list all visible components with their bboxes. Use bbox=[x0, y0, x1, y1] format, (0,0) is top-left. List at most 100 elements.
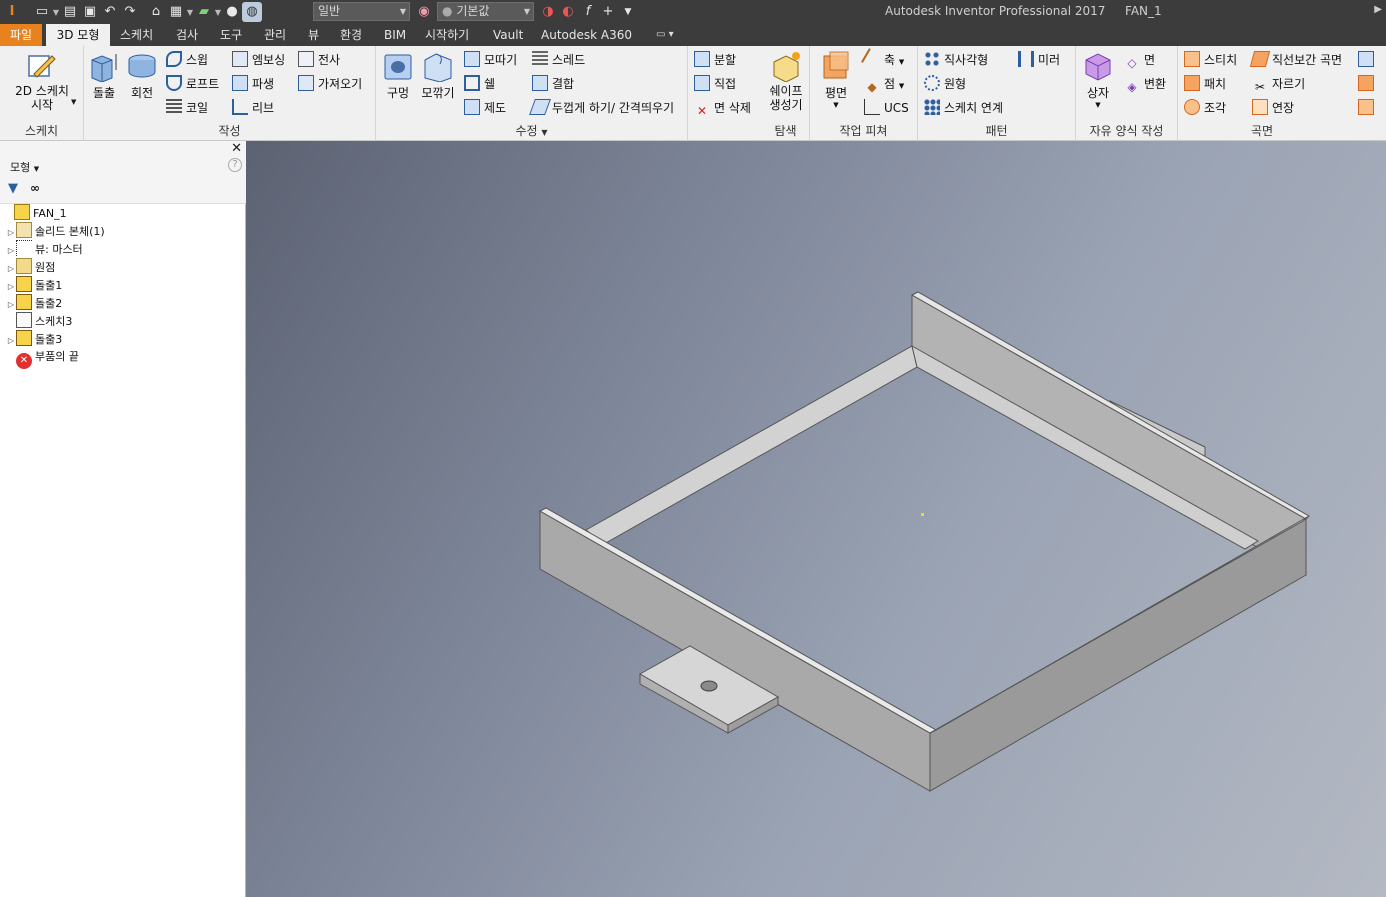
material-combo[interactable]: 일반 ▼ bbox=[313, 2, 410, 21]
tab-options-dropdown[interactable]: ▭ ▾ bbox=[648, 24, 682, 46]
sphere-material-icon[interactable]: ◍ bbox=[242, 2, 262, 22]
tree-item-extrusion3[interactable]: ▷ 돌출3 bbox=[6, 330, 62, 348]
derive-button[interactable]: 파생 bbox=[232, 74, 274, 94]
split-button[interactable]: 분할 bbox=[694, 50, 736, 70]
help-icon[interactable]: ? bbox=[228, 158, 242, 172]
direct-edit-button[interactable]: 직접 bbox=[694, 74, 736, 94]
tree-item-part[interactable]: FAN_1 bbox=[4, 204, 67, 222]
chevron-right-icon[interactable]: ▶ bbox=[1374, 4, 1382, 15]
chevron-down-icon[interactable]: ▼ bbox=[186, 8, 194, 17]
draft-button[interactable]: 제도 bbox=[464, 98, 506, 118]
tab-3d-model[interactable]: 3D 모형 bbox=[46, 24, 110, 46]
tab-manage[interactable]: 관리 bbox=[256, 24, 294, 46]
surface-extra-button-2[interactable] bbox=[1358, 74, 1378, 94]
combine-button[interactable]: 결합 bbox=[532, 74, 574, 94]
extend-surface-button[interactable]: 연장 bbox=[1252, 98, 1294, 118]
clear-appearance-icon[interactable]: ◐ bbox=[558, 2, 578, 22]
graphics-viewport[interactable] bbox=[246, 141, 1386, 897]
tab-bim[interactable]: BIM bbox=[376, 24, 414, 46]
tree-item-solid-bodies[interactable]: ▷ 솔리드 본체(1) bbox=[6, 222, 105, 240]
surface-extra-button-1[interactable] bbox=[1358, 50, 1378, 70]
mirror-button[interactable]: 미러 bbox=[1018, 50, 1060, 70]
tree-item-extrusion1[interactable]: ▷ 돌출1 bbox=[6, 276, 62, 294]
circular-pattern-button[interactable]: 원형 bbox=[924, 74, 966, 94]
plus-icon[interactable]: + bbox=[598, 2, 618, 22]
save-icon[interactable]: ▣ bbox=[80, 2, 100, 22]
tree-item-end-of-part[interactable]: ✕ 부품의 끝 bbox=[6, 348, 79, 369]
freeform-box-button[interactable]: 상자 ▼ bbox=[1080, 50, 1116, 109]
tab-view[interactable]: 뷰 bbox=[300, 24, 327, 46]
decal-button[interactable]: 전사 bbox=[298, 50, 340, 70]
revolve-button[interactable]: 회전 bbox=[124, 50, 160, 101]
close-icon[interactable]: ✕ bbox=[231, 141, 242, 156]
emboss-button[interactable]: 엠보싱 bbox=[232, 50, 285, 70]
shape-generator-button[interactable]: 쉐이프 생성기 bbox=[766, 50, 806, 112]
freeform-convert-button[interactable]: ◈ 변환 bbox=[1124, 74, 1166, 94]
tree-item-view-master[interactable]: ▷ 뷰: 마스터 bbox=[6, 240, 83, 258]
ruled-surface-button[interactable]: 직선보간 곡면 bbox=[1249, 50, 1342, 70]
hole-button[interactable]: 구멍 bbox=[380, 50, 416, 101]
chevron-down-icon[interactable]: ▼ bbox=[214, 8, 222, 17]
delete-face-button[interactable]: ✕ 면 삭제 bbox=[694, 98, 751, 118]
thicken-offset-button[interactable]: 두껍게 하기/ 간격띄우기 bbox=[529, 98, 674, 118]
tree-item-origin[interactable]: ▷ 원점 bbox=[6, 258, 55, 276]
fillet-button[interactable]: 모깎기 bbox=[418, 50, 458, 101]
title-bar: I ▭ ▼ ▤ ▣ ↶ ↷ ⌂ ▦ ▼ ▰ ▼ ● ◍ 일반 ▼ ◉ ● 기본값 ▼ … bbox=[0, 0, 1386, 24]
rectangular-pattern-button[interactable]: 직사각형 bbox=[924, 50, 988, 70]
freeform-face-button[interactable]: ◇ 면 bbox=[1124, 50, 1155, 70]
tab-inspect[interactable]: 검사 bbox=[168, 24, 206, 46]
sculpt-button[interactable]: 조각 bbox=[1184, 98, 1226, 118]
thread-button[interactable]: 스레드 bbox=[532, 50, 585, 70]
work-point-button[interactable]: ◆ 점 ▼ bbox=[864, 74, 904, 94]
patch-button[interactable]: 패치 bbox=[1184, 74, 1226, 94]
sketch-driven-pattern-button[interactable]: 스케치 연계 bbox=[924, 98, 1003, 118]
print-icon[interactable]: ▦ bbox=[166, 2, 186, 22]
window-title: Autodesk Inventor Professional 2017 FAN_… bbox=[885, 4, 1162, 18]
shell-button[interactable]: 쉘 bbox=[464, 74, 495, 94]
panel-title-modify[interactable]: 수정 ▼ bbox=[376, 122, 687, 139]
parameters-fx-icon[interactable]: f bbox=[578, 2, 598, 22]
tab-environments[interactable]: 환경 bbox=[332, 24, 370, 46]
tab-tools[interactable]: 도구 bbox=[212, 24, 250, 46]
select-filter-icon[interactable]: ▰ bbox=[194, 2, 214, 22]
tab-a360[interactable]: Autodesk A360 bbox=[533, 24, 640, 46]
filter-icon[interactable]: ▼ bbox=[8, 181, 18, 196]
extrude-button[interactable]: 돌출 bbox=[86, 50, 122, 101]
loft-button[interactable]: 로프트 bbox=[166, 74, 219, 94]
rib-button[interactable]: 리브 bbox=[232, 98, 274, 118]
tab-get-started[interactable]: 시작하기 bbox=[417, 24, 477, 46]
tab-sketch[interactable]: 스케치 bbox=[112, 24, 161, 46]
trim-surface-button[interactable]: ✂ 자르기 bbox=[1252, 74, 1305, 94]
redo-icon[interactable]: ↷ bbox=[120, 2, 140, 22]
work-axis-button[interactable]: 축 ▼ bbox=[861, 48, 904, 70]
coil-button[interactable]: 코일 bbox=[166, 98, 208, 118]
chevron-down-icon[interactable]: ▼ bbox=[52, 8, 60, 17]
appearance-color-wheel-icon[interactable]: ◉ bbox=[414, 2, 434, 22]
chamfer-button[interactable]: 모따기 bbox=[464, 50, 517, 70]
new-file-icon[interactable]: ▭ bbox=[32, 2, 52, 22]
chevron-down-icon[interactable]: ▼ bbox=[71, 98, 76, 106]
tab-vault[interactable]: Vault bbox=[485, 24, 531, 46]
sweep-button[interactable]: 스윕 bbox=[166, 50, 208, 70]
open-folder-icon[interactable]: ▤ bbox=[60, 2, 80, 22]
stitch-button[interactable]: 스티치 bbox=[1184, 50, 1237, 70]
appearance-combo[interactable]: ● 기본값 ▼ bbox=[437, 2, 534, 21]
chevron-down-icon: ▼ bbox=[541, 128, 548, 137]
part-model[interactable] bbox=[246, 141, 1386, 897]
tree-item-extrusion2[interactable]: ▷ 돌출2 bbox=[6, 294, 62, 312]
tree-item-sketch3[interactable]: 스케치3 bbox=[6, 312, 72, 330]
home-icon[interactable]: ⌂ bbox=[146, 2, 166, 22]
ucs-button[interactable]: UCS bbox=[864, 98, 909, 118]
tab-file[interactable]: 파일 bbox=[0, 24, 42, 46]
undo-icon[interactable]: ↶ bbox=[100, 2, 120, 22]
browser-title-dropdown[interactable]: 모형 ▼ bbox=[10, 159, 39, 175]
find-binoculars-icon[interactable]: ∞ bbox=[30, 181, 40, 195]
customize-dropdown-icon[interactable]: ▼ bbox=[618, 2, 638, 22]
start-2d-sketch-button[interactable]: 2D 스케치 시작 bbox=[6, 50, 78, 112]
surface-extra-button-3[interactable] bbox=[1358, 98, 1378, 118]
inventor-pro-logo-icon[interactable]: I bbox=[2, 2, 22, 22]
work-plane-button[interactable]: 평면 ▼ bbox=[816, 50, 856, 109]
import-button[interactable]: 가져오기 bbox=[298, 74, 362, 94]
material-icon[interactable]: ● bbox=[222, 2, 242, 22]
adjust-appearance-icon[interactable]: ◑ bbox=[538, 2, 558, 22]
